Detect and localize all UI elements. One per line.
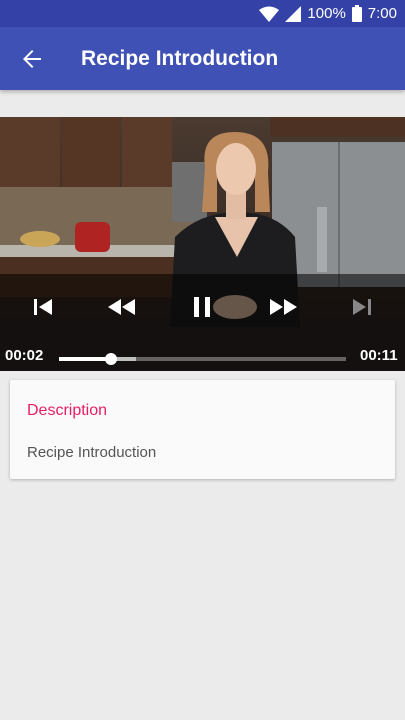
battery-icon [351, 5, 362, 22]
status-bar: 100% 7:00 [0, 0, 405, 27]
rewind-icon [108, 298, 135, 315]
video-player[interactable]: 00:02 00:11 [0, 117, 405, 371]
fast-forward-icon [270, 298, 297, 315]
rewind-button[interactable] [92, 274, 152, 339]
seek-progress [59, 357, 111, 361]
fast-forward-button[interactable] [253, 274, 313, 339]
arrow-back-icon [23, 49, 41, 68]
description-heading: Description [27, 402, 108, 419]
pause-icon [194, 296, 210, 317]
clock: 7:00 [367, 5, 397, 22]
player-controls: 00:02 00:11 [0, 274, 405, 371]
battery-percent: 100% [307, 5, 346, 22]
page-title: Recipe Introduction [81, 46, 279, 70]
seek-bar[interactable] [59, 352, 346, 366]
total-duration: 00:11 [360, 347, 398, 364]
seek-thumb[interactable] [104, 353, 117, 365]
skip-previous-icon [34, 298, 52, 315]
skip-previous-button[interactable] [13, 274, 73, 339]
wifi-icon [259, 6, 280, 22]
skip-next-icon [353, 298, 371, 315]
app-bar: Recipe Introduction [0, 27, 405, 90]
pause-button[interactable] [172, 274, 232, 339]
cell-signal-icon [285, 5, 302, 22]
current-time: 00:02 [5, 347, 44, 364]
description-card: Description Recipe Introduction [10, 380, 395, 479]
description-text: Recipe Introduction [27, 444, 157, 461]
skip-next-button[interactable] [332, 274, 392, 339]
back-button[interactable] [0, 27, 64, 90]
